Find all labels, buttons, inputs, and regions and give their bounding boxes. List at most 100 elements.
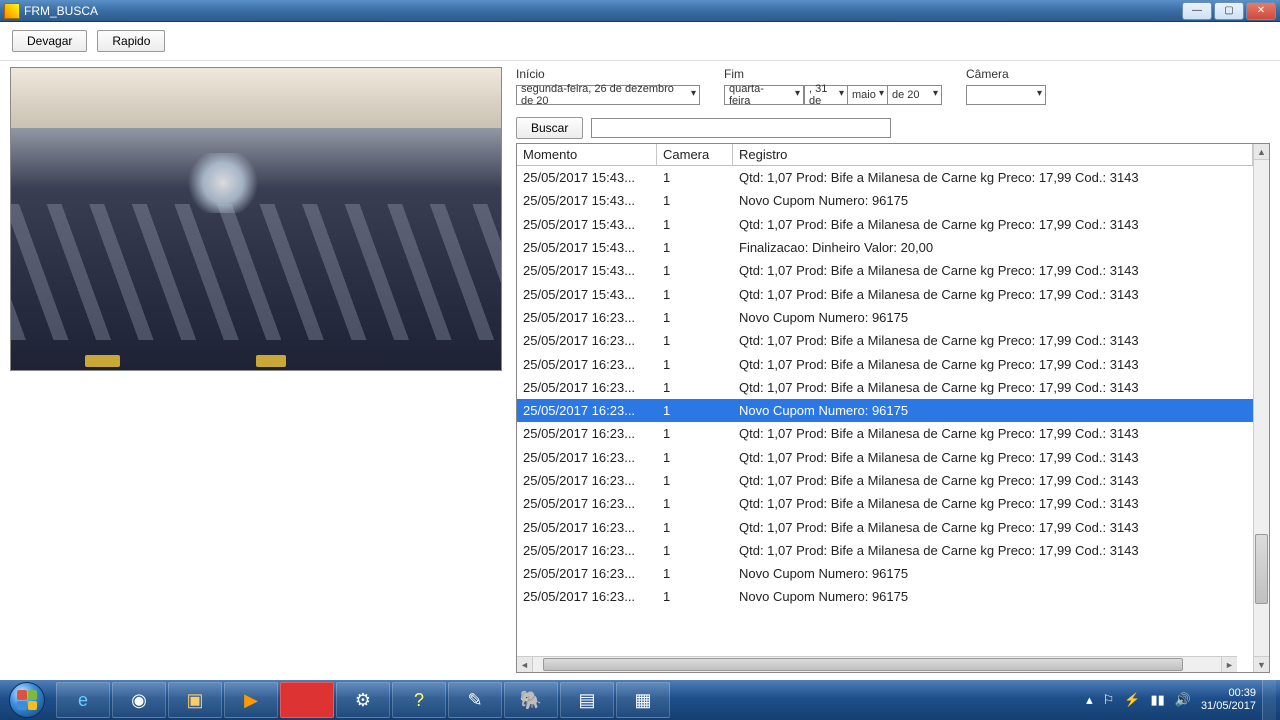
cell-momento: 25/05/2017 16:23... — [517, 403, 657, 418]
cell-registro: Qtd: 1,07 Prod: Bife a Milanesa de Carne… — [733, 473, 1253, 488]
cell-momento: 25/05/2017 15:43... — [517, 240, 657, 255]
cell-registro: Qtd: 1,07 Prod: Bife a Milanesa de Carne… — [733, 543, 1253, 558]
cell-camera: 1 — [657, 310, 733, 325]
rapido-button[interactable]: Rapido — [97, 30, 165, 52]
cell-camera: 1 — [657, 357, 733, 372]
table-row[interactable]: 25/05/2017 15:43...1Qtd: 1,07 Prod: Bife… — [517, 213, 1253, 236]
right-panel: Início segunda-feira, 26 de dezembro de … — [516, 67, 1270, 673]
vscroll-down-arrow[interactable]: ▼ — [1254, 656, 1269, 672]
table-row[interactable]: 25/05/2017 16:23...1Novo Cupom Numero: 9… — [517, 399, 1253, 422]
table-row[interactable]: 25/05/2017 16:23...1Qtd: 1,07 Prod: Bife… — [517, 492, 1253, 515]
table-row[interactable]: 25/05/2017 16:23...1Qtd: 1,07 Prod: Bife… — [517, 422, 1253, 445]
table-row[interactable]: 25/05/2017 16:23...1Qtd: 1,07 Prod: Bife… — [517, 329, 1253, 352]
fim-dropdown-weekday[interactable]: quarta-feira — [724, 85, 804, 105]
table-row[interactable]: 25/05/2017 15:43...1Novo Cupom Numero: 9… — [517, 189, 1253, 212]
taskbar-app-tiles-icon[interactable]: ▦ — [616, 682, 670, 718]
table-row[interactable]: 25/05/2017 16:23...1Qtd: 1,07 Prod: Bife… — [517, 469, 1253, 492]
video-preview[interactable] — [10, 67, 502, 371]
cell-camera: 1 — [657, 450, 733, 465]
cell-momento: 25/05/2017 16:23... — [517, 357, 657, 372]
taskbar-devtool-icon[interactable]: ⚙ — [336, 682, 390, 718]
table-row[interactable]: 25/05/2017 15:43...1Finalizacao: Dinheir… — [517, 236, 1253, 259]
col-header-camera[interactable]: Camera — [657, 144, 733, 165]
vscroll-up-arrow[interactable]: ▲ — [1254, 144, 1269, 160]
tray-power-icon[interactable]: ⚡ — [1124, 692, 1140, 708]
vscroll-thumb[interactable] — [1255, 534, 1268, 604]
cell-camera: 1 — [657, 170, 733, 185]
devagar-button[interactable]: Devagar — [12, 30, 87, 52]
cell-momento: 25/05/2017 16:23... — [517, 566, 657, 581]
cell-camera: 1 — [657, 543, 733, 558]
hscroll-thumb[interactable] — [543, 658, 1183, 671]
window-title: FRM_BUSCA — [24, 4, 1180, 18]
cell-camera: 1 — [657, 333, 733, 348]
cell-registro: Qtd: 1,07 Prod: Bife a Milanesa de Carne… — [733, 496, 1253, 511]
inicio-dropdown[interactable]: segunda-feira, 26 de dezembro de 20 — [516, 85, 700, 105]
tray-time: 00:39 — [1201, 687, 1256, 700]
table-row[interactable]: 25/05/2017 16:23...1Qtd: 1,07 Prod: Bife… — [517, 352, 1253, 375]
cell-camera: 1 — [657, 589, 733, 604]
cell-momento: 25/05/2017 15:43... — [517, 287, 657, 302]
minimize-button[interactable]: — — [1182, 2, 1212, 20]
cell-camera: 1 — [657, 520, 733, 535]
table-row[interactable]: 25/05/2017 16:23...1Qtd: 1,07 Prod: Bife… — [517, 539, 1253, 562]
cell-registro: Novo Cupom Numero: 96175 — [733, 566, 1253, 581]
tray-up-arrow-icon[interactable]: ▴ — [1086, 692, 1093, 708]
fim-dropdown-year[interactable]: de 20 — [888, 85, 942, 105]
hscroll-left-arrow[interactable]: ◄ — [517, 657, 533, 672]
cell-registro: Qtd: 1,07 Prod: Bife a Milanesa de Carne… — [733, 357, 1253, 372]
cell-momento: 25/05/2017 15:43... — [517, 170, 657, 185]
taskbar-pgadmin-icon[interactable]: 🐘 — [504, 682, 558, 718]
taskbar-mediaplayer-icon[interactable]: ▶ — [224, 682, 278, 718]
hscroll-right-arrow[interactable]: ► — [1221, 657, 1237, 672]
tray-network-icon[interactable]: ▮▮ — [1150, 692, 1164, 708]
table-row[interactable]: 25/05/2017 15:43...1Qtd: 1,07 Prod: Bife… — [517, 166, 1253, 189]
taskbar-help-icon[interactable]: ? — [392, 682, 446, 718]
table-row[interactable]: 25/05/2017 15:43...1Qtd: 1,07 Prod: Bife… — [517, 259, 1253, 282]
windows-logo-icon — [9, 682, 45, 718]
cell-camera: 1 — [657, 403, 733, 418]
table-row[interactable]: 25/05/2017 16:23...1Novo Cupom Numero: 9… — [517, 306, 1253, 329]
fim-dropdown-month[interactable]: maio — [848, 85, 888, 105]
system-tray: ▴ ⚐ ⚡ ▮▮ 🔊 00:39 31/05/2017 — [1086, 687, 1262, 713]
tray-clock[interactable]: 00:39 31/05/2017 — [1201, 687, 1256, 713]
tray-volume-icon[interactable]: 🔊 — [1175, 692, 1191, 708]
cell-registro: Qtd: 1,07 Prod: Bife a Milanesa de Carne… — [733, 333, 1253, 348]
cell-momento: 25/05/2017 16:23... — [517, 543, 657, 558]
taskbar-explorer-icon[interactable]: ▣ — [168, 682, 222, 718]
table-row[interactable]: 25/05/2017 16:23...1Qtd: 1,07 Prod: Bife… — [517, 515, 1253, 538]
horizontal-scrollbar[interactable]: ◄ ► — [517, 656, 1237, 672]
grid-header: Momento Camera Registro — [517, 144, 1253, 166]
cell-registro: Qtd: 1,07 Prod: Bife a Milanesa de Carne… — [733, 287, 1253, 302]
cell-momento: 25/05/2017 16:23... — [517, 310, 657, 325]
cell-camera: 1 — [657, 473, 733, 488]
cell-momento: 25/05/2017 15:43... — [517, 263, 657, 278]
buscar-button[interactable]: Buscar — [516, 117, 583, 139]
taskbar-ie-icon[interactable]: e — [56, 682, 110, 718]
table-row[interactable]: 25/05/2017 16:23...1Qtd: 1,07 Prod: Bife… — [517, 376, 1253, 399]
taskbar-chrome-icon[interactable]: ◉ — [112, 682, 166, 718]
cell-momento: 25/05/2017 16:23... — [517, 473, 657, 488]
col-header-registro[interactable]: Registro — [733, 144, 1253, 165]
taskbar-app-sheet-icon[interactable]: ▤ — [560, 682, 614, 718]
cell-camera: 1 — [657, 287, 733, 302]
table-row[interactable]: 25/05/2017 16:23...1Novo Cupom Numero: 9… — [517, 562, 1253, 585]
cell-registro: Novo Cupom Numero: 96175 — [733, 193, 1253, 208]
table-row[interactable]: 25/05/2017 16:23...1Novo Cupom Numero: 9… — [517, 585, 1253, 608]
search-input[interactable] — [591, 118, 891, 138]
tray-flag-icon[interactable]: ⚐ — [1103, 692, 1115, 708]
col-header-momento[interactable]: Momento — [517, 144, 657, 165]
vertical-scrollbar[interactable]: ▲ ▼ — [1253, 144, 1269, 672]
fim-dropdown-day[interactable]: , 31 de — [804, 85, 848, 105]
taskbar-notepad-icon[interactable]: ✎ — [448, 682, 502, 718]
show-desktop-button[interactable] — [1262, 680, 1276, 720]
taskbar-app-red-icon[interactable] — [280, 682, 334, 718]
cell-registro: Novo Cupom Numero: 96175 — [733, 589, 1253, 604]
table-row[interactable]: 25/05/2017 16:23...1Qtd: 1,07 Prod: Bife… — [517, 446, 1253, 469]
table-row[interactable]: 25/05/2017 15:43...1Qtd: 1,07 Prod: Bife… — [517, 282, 1253, 305]
start-button[interactable] — [4, 680, 50, 720]
close-button[interactable]: ✕ — [1246, 2, 1276, 20]
cell-registro: Qtd: 1,07 Prod: Bife a Milanesa de Carne… — [733, 217, 1253, 232]
camera-dropdown[interactable] — [966, 85, 1046, 105]
maximize-button[interactable]: ▢ — [1214, 2, 1244, 20]
